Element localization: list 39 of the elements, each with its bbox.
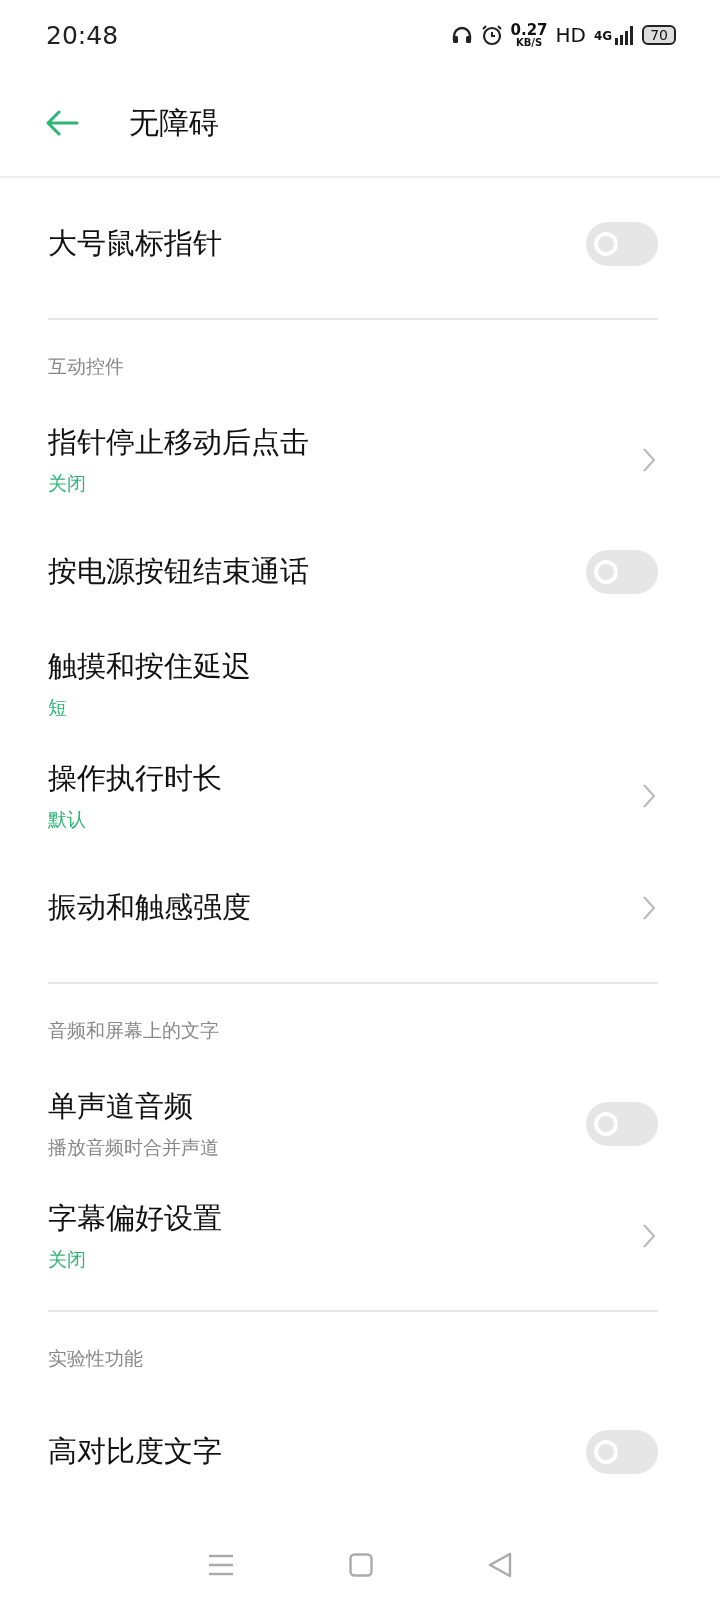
section-header: 音频和屏幕上的文字 — [48, 1018, 220, 1043]
battery-indicator: 70 — [642, 25, 676, 45]
setting-title[interactable]: 大号鼠标指针 — [48, 224, 222, 264]
setting-value: 关闭 — [48, 471, 87, 496]
back-nav-icon[interactable] — [488, 1552, 513, 1578]
status-time: 20:48 — [46, 20, 119, 50]
chevron-icon — [642, 1223, 656, 1249]
setting-title[interactable]: 触摸和按住延迟 — [48, 647, 251, 687]
setting-title[interactable]: 高对比度文字 — [48, 1432, 222, 1472]
chevron-icon — [642, 783, 656, 809]
toggle-switch[interactable] — [586, 550, 658, 594]
toggle-switch[interactable] — [586, 1102, 658, 1146]
setting-title[interactable]: 按电源按钮结束通话 — [48, 552, 309, 592]
menu-icon[interactable] — [207, 1554, 234, 1576]
setting-title[interactable]: 操作执行时长 — [48, 759, 222, 799]
chevron-icon — [642, 447, 656, 473]
network-speed: 0.27 — [510, 22, 548, 38]
home-icon[interactable] — [349, 1553, 373, 1577]
hd-label: HD — [555, 23, 586, 47]
toggle-switch[interactable] — [586, 1430, 658, 1474]
chevron-icon — [642, 895, 656, 921]
section-header: 实验性功能 — [48, 1346, 144, 1371]
alarm-icon — [480, 24, 503, 46]
setting-value: 短 — [48, 695, 68, 720]
setting-title[interactable]: 单声道音频 — [48, 1087, 219, 1127]
setting-value: 默认 — [48, 807, 87, 832]
section-header: 互动控件 — [48, 354, 125, 379]
toggle-switch[interactable] — [586, 222, 658, 266]
headphones-icon — [450, 24, 473, 46]
setting-title[interactable]: 指针停止移动后点击 — [48, 423, 309, 463]
speed-unit: KB/S — [515, 37, 543, 48]
setting-value: 关闭 — [48, 1247, 87, 1272]
setting-title[interactable]: 字幕偏好设置 — [48, 1199, 222, 1239]
network-type: 4G — [593, 28, 613, 43]
setting-summary: 播放音频时合并声道 — [48, 1135, 219, 1160]
page-title: 无障碍 — [129, 103, 219, 142]
signal-icon — [614, 25, 635, 45]
back-icon[interactable] — [45, 110, 79, 136]
setting-title[interactable]: 振动和触感强度 — [48, 888, 251, 928]
